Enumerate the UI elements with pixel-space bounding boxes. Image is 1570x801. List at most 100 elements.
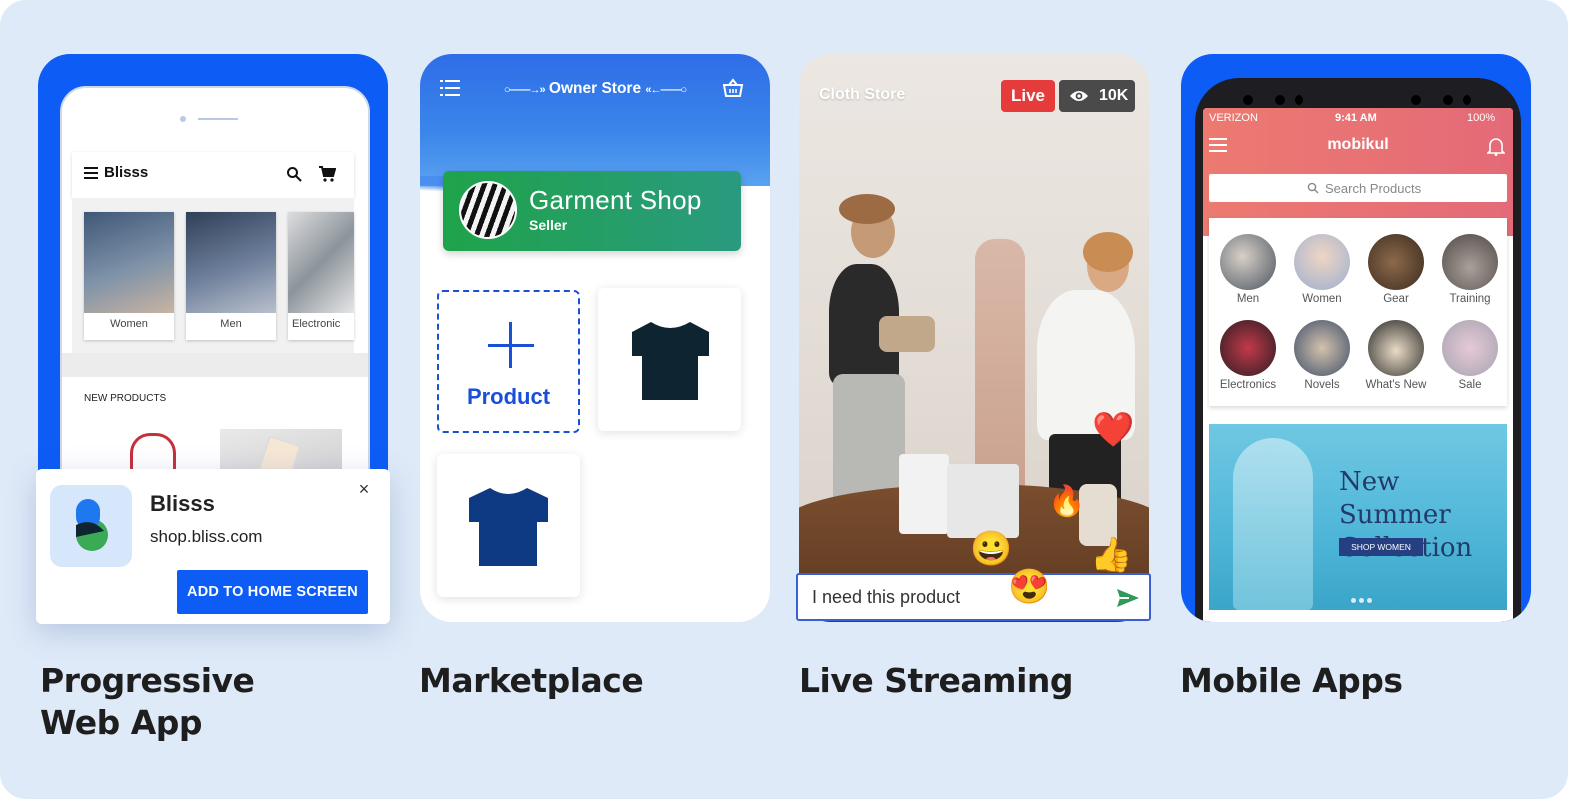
category-label: What's New — [1365, 379, 1427, 391]
category-item[interactable]: Electronics — [1211, 320, 1285, 391]
pwa-caption: Progressive Web App — [40, 661, 255, 742]
category-item[interactable]: Novels — [1285, 320, 1359, 391]
status-time: 9:41 AM — [1335, 112, 1377, 124]
search-icon[interactable] — [286, 166, 302, 182]
menu-icon[interactable] — [84, 167, 98, 179]
viewer-count-badge: 10K — [1059, 80, 1135, 112]
heart-emoji-icon: ❤️ — [1092, 411, 1135, 449]
shopping-bag — [899, 454, 949, 534]
viewer-count: 10K — [1099, 87, 1129, 104]
shop-role: Seller — [529, 217, 568, 233]
pwa-category-strip: Women Men Electronic — [72, 198, 354, 353]
mobile-apps-caption: Mobile Apps — [1180, 661, 1403, 700]
category-card[interactable]: Men — [186, 212, 276, 340]
send-icon[interactable] — [1116, 587, 1140, 609]
thumbs-up-emoji-icon: 👍 — [1090, 536, 1133, 574]
left-ornament-icon: ○——→» — [503, 84, 546, 96]
summer-collection-banner[interactable]: New Summer Collection SHOP WOMEN — [1209, 424, 1507, 610]
category-card[interactable]: Women — [84, 212, 174, 340]
category-image — [186, 212, 276, 313]
category-label: Gear — [1383, 293, 1409, 305]
camera-dot — [180, 116, 186, 122]
chat-input[interactable]: I need this product — [796, 573, 1151, 621]
pwa-app-bar: Blisss — [72, 152, 354, 198]
fire-emoji-icon: 🔥 — [1048, 485, 1086, 518]
category-label: Women — [110, 318, 148, 330]
search-products-input[interactable]: Search Products — [1209, 174, 1507, 202]
bell-icon[interactable] — [1487, 136, 1505, 156]
category-item[interactable]: Gear — [1359, 234, 1433, 305]
shop-women-button[interactable]: SHOP WOMEN — [1339, 538, 1423, 556]
mobile-app-header: VERIZON 9:41 AM 100% mobikul Search Prod… — [1203, 108, 1513, 236]
eye-icon — [1070, 91, 1088, 101]
zebra-avatar — [459, 181, 517, 239]
carousel-dots[interactable] — [1351, 590, 1375, 608]
live-badge: Live — [1001, 80, 1055, 112]
close-icon[interactable]: × — [356, 480, 372, 498]
category-image — [1442, 234, 1498, 290]
basket-icon[interactable] — [722, 78, 744, 98]
category-image — [84, 212, 174, 313]
category-label: Men — [220, 318, 242, 330]
category-image — [1294, 320, 1350, 376]
marketplace-header: ○——→» Owner Store «←——○ — [420, 54, 770, 196]
section-title: NEW PRODUCTS — [84, 393, 167, 404]
mobile-category-grid: Men Women Gear Training Electronics Nove… — [1209, 218, 1507, 406]
category-image — [1442, 320, 1498, 376]
held-garment — [879, 316, 935, 352]
grin-emoji-icon: 😀 — [970, 530, 1013, 568]
mobile-app-title: mobikul — [1327, 136, 1389, 153]
category-label: Novels — [1304, 379, 1340, 391]
add-to-home-prompt: Blisss shop.bliss.com × ADD TO HOME SCRE… — [36, 469, 390, 624]
pwa-brand: Blisss — [104, 164, 149, 181]
carrier-label: VERIZON — [1209, 112, 1258, 124]
category-card[interactable]: Electronic — [288, 212, 354, 340]
category-label: Electronic — [292, 318, 341, 330]
category-image — [1220, 320, 1276, 376]
live-streaming-caption: Live Streaming — [799, 661, 1074, 700]
category-item[interactable]: Men — [1211, 234, 1285, 305]
category-image — [1294, 234, 1350, 290]
speaker-line — [198, 118, 238, 120]
right-ornament-icon: «←——○ — [645, 84, 687, 96]
tshirt-dark-icon — [632, 322, 709, 400]
store-title: Owner Store — [548, 80, 642, 97]
category-label: Men — [1236, 293, 1260, 305]
blisss-logo-icon — [76, 499, 108, 551]
heart-eyes-emoji-icon: 😍 — [1008, 568, 1051, 606]
category-image — [1368, 320, 1424, 376]
cart-icon[interactable] — [318, 165, 336, 183]
category-label: Training — [1449, 293, 1491, 305]
add-product-label: Product — [466, 384, 551, 409]
add-product-button[interactable]: Product — [437, 290, 580, 433]
install-app-url: shop.bliss.com — [150, 527, 263, 546]
category-item[interactable]: Sale — [1433, 320, 1507, 391]
mobile-apps-card: VERIZON 9:41 AM 100% mobikul Search Prod… — [1181, 54, 1531, 622]
install-app-name: Blisss — [150, 491, 215, 516]
model-figure — [1233, 438, 1313, 610]
app-logo — [50, 485, 132, 567]
mobile-screen: VERIZON 9:41 AM 100% mobikul Search Prod… — [1203, 108, 1513, 622]
product-tile[interactable] — [437, 454, 580, 597]
shop-name: Garment Shop — [529, 185, 702, 215]
shopping-bag — [947, 464, 1019, 538]
marketplace-card: ○——→» Owner Store «←——○ Garment Shop Sel… — [420, 54, 770, 622]
category-item[interactable]: Women — [1285, 234, 1359, 305]
category-image — [288, 212, 354, 313]
mobile-phone-mockup: VERIZON 9:41 AM 100% mobikul Search Prod… — [1195, 78, 1521, 622]
category-label: Electronics — [1219, 379, 1277, 391]
tshirt-navy-icon — [469, 488, 548, 566]
marketplace-caption: Marketplace — [419, 661, 644, 700]
product-tile[interactable] — [598, 288, 741, 431]
category-item[interactable]: What's New — [1359, 320, 1433, 391]
category-label: Women — [1302, 293, 1342, 305]
battery-level: 100% — [1467, 112, 1496, 124]
category-label: Sale — [1458, 379, 1482, 391]
add-to-home-screen-button[interactable]: ADD TO HOME SCREEN — [177, 570, 368, 614]
seller-banner[interactable]: Garment Shop Seller — [443, 171, 741, 251]
category-item[interactable]: Training — [1433, 234, 1507, 305]
list-icon[interactable] — [440, 80, 460, 96]
search-icon — [1307, 182, 1319, 194]
search-placeholder: Search Products — [1325, 181, 1422, 196]
category-image — [1220, 234, 1276, 290]
